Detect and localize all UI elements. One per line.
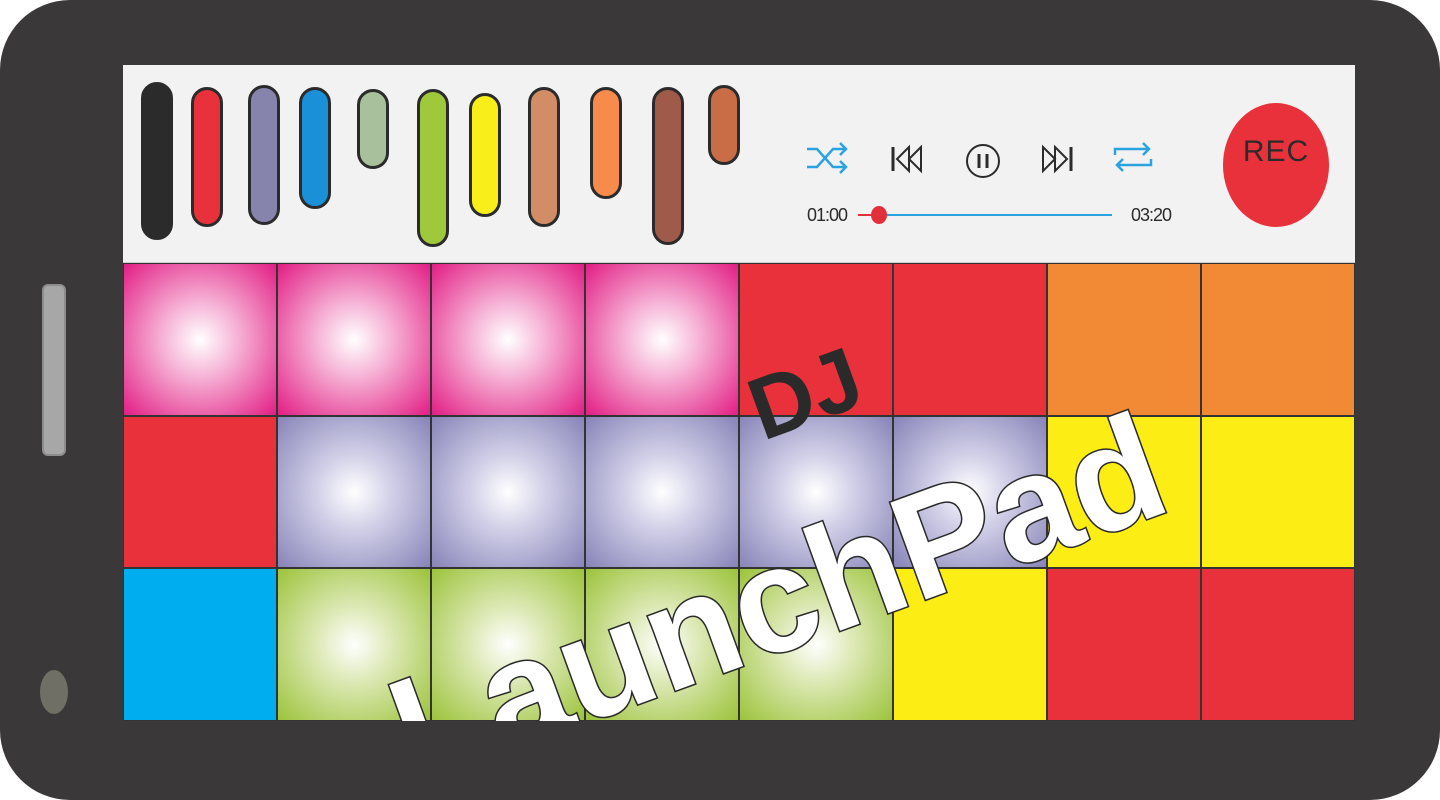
mixer-slider[interactable] (141, 82, 173, 240)
launch-pad[interactable] (1047, 263, 1201, 416)
launch-pad[interactable] (431, 568, 585, 721)
launch-pad[interactable] (277, 263, 431, 416)
launch-pad[interactable] (277, 568, 431, 721)
app-screen: 01:00 03:20 REC DJ LaunchPad (123, 65, 1355, 721)
launch-pad[interactable] (585, 568, 739, 721)
mixer-slider[interactable] (299, 87, 331, 209)
mixer-slider[interactable] (191, 87, 223, 227)
mixer-slider[interactable] (590, 87, 622, 199)
record-button[interactable]: REC (1223, 103, 1329, 227)
mixer-slider[interactable] (248, 85, 280, 225)
launch-pad[interactable] (739, 415, 893, 569)
mixer-slider[interactable] (417, 89, 449, 247)
launch-pad[interactable] (893, 415, 1047, 569)
launch-pad[interactable] (1047, 415, 1201, 569)
launch-pad[interactable] (893, 568, 1047, 721)
launch-pad[interactable] (1201, 415, 1355, 569)
launch-pad[interactable] (431, 263, 585, 416)
previous-icon[interactable] (885, 137, 929, 181)
device-frame: 01:00 03:20 REC DJ LaunchPad (0, 0, 1440, 800)
mixer-slider[interactable] (357, 89, 389, 169)
launch-pad[interactable] (1047, 568, 1201, 721)
launch-pad[interactable] (431, 415, 585, 569)
launch-pad[interactable] (585, 415, 739, 569)
repeat-icon[interactable] (1111, 135, 1155, 179)
pause-icon[interactable] (961, 139, 1005, 183)
next-icon[interactable] (1035, 137, 1079, 181)
record-label: REC (1242, 135, 1310, 168)
launch-pad[interactable] (123, 415, 277, 569)
pad-grid (123, 263, 1355, 721)
mixer-slider[interactable] (469, 93, 501, 217)
progress-knob[interactable] (871, 206, 887, 224)
launch-pad[interactable] (123, 568, 277, 721)
mixer-slider[interactable] (708, 85, 740, 165)
mixer-slider[interactable] (528, 87, 560, 227)
shuffle-icon[interactable] (805, 135, 849, 179)
control-panel: 01:00 03:20 REC (123, 65, 1355, 263)
mixer-slider[interactable] (652, 87, 684, 245)
launch-pad[interactable] (1201, 568, 1355, 721)
device-camera (40, 670, 68, 714)
launch-pad[interactable] (277, 415, 431, 569)
launch-pad[interactable] (893, 263, 1047, 416)
launch-pad[interactable] (739, 263, 893, 416)
launch-pad[interactable] (739, 568, 893, 721)
time-current: 01:00 (807, 205, 848, 225)
progress-track[interactable] (858, 214, 1112, 216)
launch-pad[interactable] (585, 263, 739, 416)
launch-pad[interactable] (1201, 263, 1355, 416)
device-side-button (42, 284, 66, 456)
time-total: 03:20 (1131, 205, 1172, 225)
launch-pad[interactable] (123, 263, 277, 416)
